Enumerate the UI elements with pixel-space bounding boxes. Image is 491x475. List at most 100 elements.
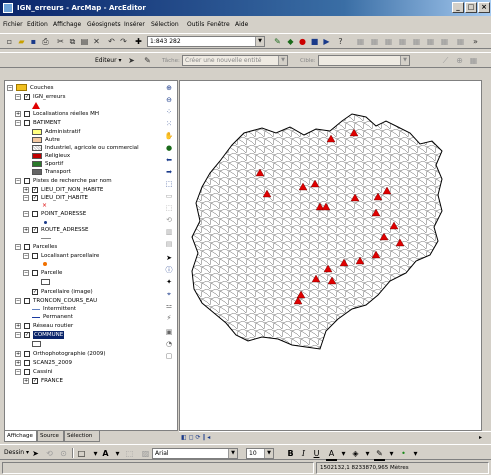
minimize-button[interactable]: _ — [452, 2, 464, 13]
back-extent-icon[interactable]: ⬅ — [163, 155, 175, 165]
visibility-checkbox[interactable]: ✓ — [32, 187, 38, 193]
edit-vertices-icon[interactable]: ⬚ — [124, 448, 135, 459]
attributes-icon[interactable]: ▦ — [468, 55, 479, 66]
copy-icon[interactable]: ⧉ — [67, 36, 78, 47]
help-icon[interactable]: ? — [335, 36, 346, 47]
collapse-icon[interactable]: − — [15, 178, 21, 184]
paste-icon[interactable]: ▤ — [79, 36, 90, 47]
menu-affichage[interactable]: Affichage — [53, 19, 81, 31]
pan-icon[interactable]: ✋ — [163, 131, 175, 141]
visibility-checkbox[interactable] — [32, 270, 38, 276]
layer-reseau-routier[interactable]: + Réseau routier — [15, 322, 175, 330]
bold-icon[interactable]: B — [285, 448, 296, 459]
identify-icon[interactable]: ⓘ — [163, 265, 175, 275]
rotate-element-icon[interactable]: ⟲ — [44, 448, 55, 459]
collapse-icon[interactable]: − — [15, 244, 21, 250]
edit-pointer-icon[interactable]: ➤ — [126, 55, 137, 66]
cut-icon[interactable]: ✂ — [55, 36, 66, 47]
layer-lieu-dit-habite[interactable]: − ✓ LIEU_DIT_HABITE — [23, 194, 175, 202]
collapse-icon[interactable]: − — [23, 211, 29, 217]
toolbar-overflow-icon[interactable]: » — [470, 36, 481, 47]
layer-troncon-cours-eau[interactable]: − TRONCON_COURS_EAU — [15, 297, 175, 305]
rectangle-icon[interactable]: □ — [76, 448, 87, 459]
layout-view-icon[interactable]: ◧ ◻ ⟳ ‖ ◂ — [181, 433, 210, 442]
visibility-checkbox[interactable]: ✓ — [32, 227, 38, 233]
select-elements-icon[interactable]: ⬚ — [163, 203, 175, 213]
font-size-combo[interactable]: 10 ▼ — [246, 448, 274, 459]
layout-tool-7-icon[interactable]: ▦ — [439, 36, 450, 47]
layer-scan25[interactable]: + SCAN25_2009 — [15, 359, 175, 367]
tab-affichage[interactable]: Affichage — [4, 431, 37, 442]
layer-localisations-reelles-mh[interactable]: + Localisations réelles MH — [15, 110, 175, 118]
fixed-zoom-out-icon[interactable]: ⁙ — [163, 119, 175, 129]
chevron-down-icon[interactable]: ▾ — [386, 448, 397, 459]
visibility-checkbox[interactable] — [24, 351, 30, 357]
fill-color-icon[interactable]: ◈ — [350, 448, 361, 459]
visibility-checkbox[interactable]: ✓ — [24, 94, 30, 100]
menu-geosignets[interactable]: Géosignets — [87, 19, 121, 31]
fixed-zoom-in-icon[interactable]: ⁘ — [163, 107, 175, 117]
chevron-down-icon[interactable]: ▾ — [338, 448, 349, 459]
scroll-right-icon[interactable]: ▸ — [479, 433, 482, 442]
data-frame-icon[interactable]: ▤ — [163, 239, 175, 249]
visibility-checkbox[interactable] — [24, 369, 30, 375]
picture-icon[interactable]: ▨ — [140, 448, 151, 459]
layout-tool-2-icon[interactable]: ▦ — [369, 36, 380, 47]
visibility-checkbox[interactable] — [24, 298, 30, 304]
visibility-checkbox[interactable] — [32, 211, 38, 217]
collapse-icon[interactable]: − — [23, 270, 29, 276]
arctoolbox-icon[interactable]: ◆ — [285, 36, 296, 47]
layer-point-adresse[interactable]: − POINT_ADRESSE — [23, 210, 175, 218]
chevron-down-icon[interactable]: ▾ — [410, 448, 421, 459]
font-color-icon[interactable]: A — [326, 448, 337, 461]
toc-root[interactable]: − Couches — [7, 84, 175, 92]
rotate-tool-icon[interactable]: ⊕ — [454, 55, 465, 66]
expand-icon[interactable]: + — [15, 351, 21, 357]
menu-outils[interactable]: Outils — [187, 19, 204, 31]
menu-aide[interactable]: Aide — [235, 19, 248, 31]
visibility-checkbox[interactable]: ✓ — [32, 378, 38, 384]
menu-selection[interactable]: Sélection — [151, 19, 179, 31]
layer-commune[interactable]: − ✓ COMMUNE — [15, 331, 175, 339]
layer-orthophotographie[interactable]: + Orthophotographie (2009) — [15, 350, 175, 358]
expand-icon[interactable]: + — [15, 111, 21, 117]
line-color-icon[interactable]: ✎ — [374, 448, 385, 461]
pointer-icon[interactable]: ➤ — [163, 253, 175, 263]
underline-icon[interactable]: U — [311, 448, 322, 459]
drawing-menu[interactable]: Dessin ▾ — [4, 448, 29, 458]
save-icon[interactable]: ▪ — [28, 36, 39, 47]
redo-icon[interactable]: ↷ — [118, 36, 129, 47]
editor-menu[interactable]: Editeur ▾ — [95, 56, 122, 66]
collapse-icon[interactable]: − — [15, 120, 21, 126]
layer-batiment[interactable]: − BATIMENT — [15, 119, 175, 127]
group-parcelles[interactable]: − Parcelles — [15, 243, 175, 251]
expand-icon[interactable]: + — [23, 187, 29, 193]
layer-localisant-parcellaire[interactable]: − Localisant parcellaire — [23, 252, 175, 260]
measure-icon[interactable]: ⚍ — [163, 301, 175, 311]
menu-fichier[interactable]: Fichier — [3, 19, 23, 31]
maximize-button[interactable]: □ — [465, 2, 477, 13]
marker-color-icon[interactable]: • — [398, 448, 409, 459]
find-icon[interactable]: ✦ — [163, 277, 175, 287]
menu-inserer[interactable]: Insérer — [124, 19, 145, 31]
menu-edition[interactable]: Edition — [27, 19, 48, 31]
collapse-icon[interactable]: − — [15, 332, 21, 338]
layer-lieu-dit-non-habite[interactable]: + ✓ LIEU_DIT_NON_HABITE — [23, 186, 175, 194]
layout-tool-5-icon[interactable]: ▦ — [411, 36, 422, 47]
visibility-checkbox[interactable] — [32, 253, 38, 259]
map-view[interactable] — [179, 80, 482, 431]
split-tool-icon[interactable]: ⟋ — [440, 55, 451, 66]
layer-france[interactable]: + ✓ FRANCE — [23, 377, 175, 385]
chevron-down-icon[interactable]: ▾ — [362, 448, 373, 459]
visibility-checkbox[interactable] — [24, 323, 30, 329]
layout-tool-6-icon[interactable]: ▦ — [425, 36, 436, 47]
zoom-out-icon[interactable]: ⊖ — [163, 95, 175, 105]
collapse-icon[interactable]: − — [23, 253, 29, 259]
scale-combo[interactable]: 1:843 282 ▼ — [147, 36, 265, 47]
zoom-whole-page-icon[interactable]: ⊙ — [58, 448, 69, 459]
tab-selection[interactable]: Sélection — [64, 431, 100, 442]
arccatalog-icon[interactable]: ● — [297, 36, 308, 47]
open-folder-icon[interactable]: ▰ — [16, 36, 27, 47]
visibility-checkbox[interactable]: ✓ — [32, 289, 38, 295]
visibility-checkbox[interactable] — [24, 111, 30, 117]
